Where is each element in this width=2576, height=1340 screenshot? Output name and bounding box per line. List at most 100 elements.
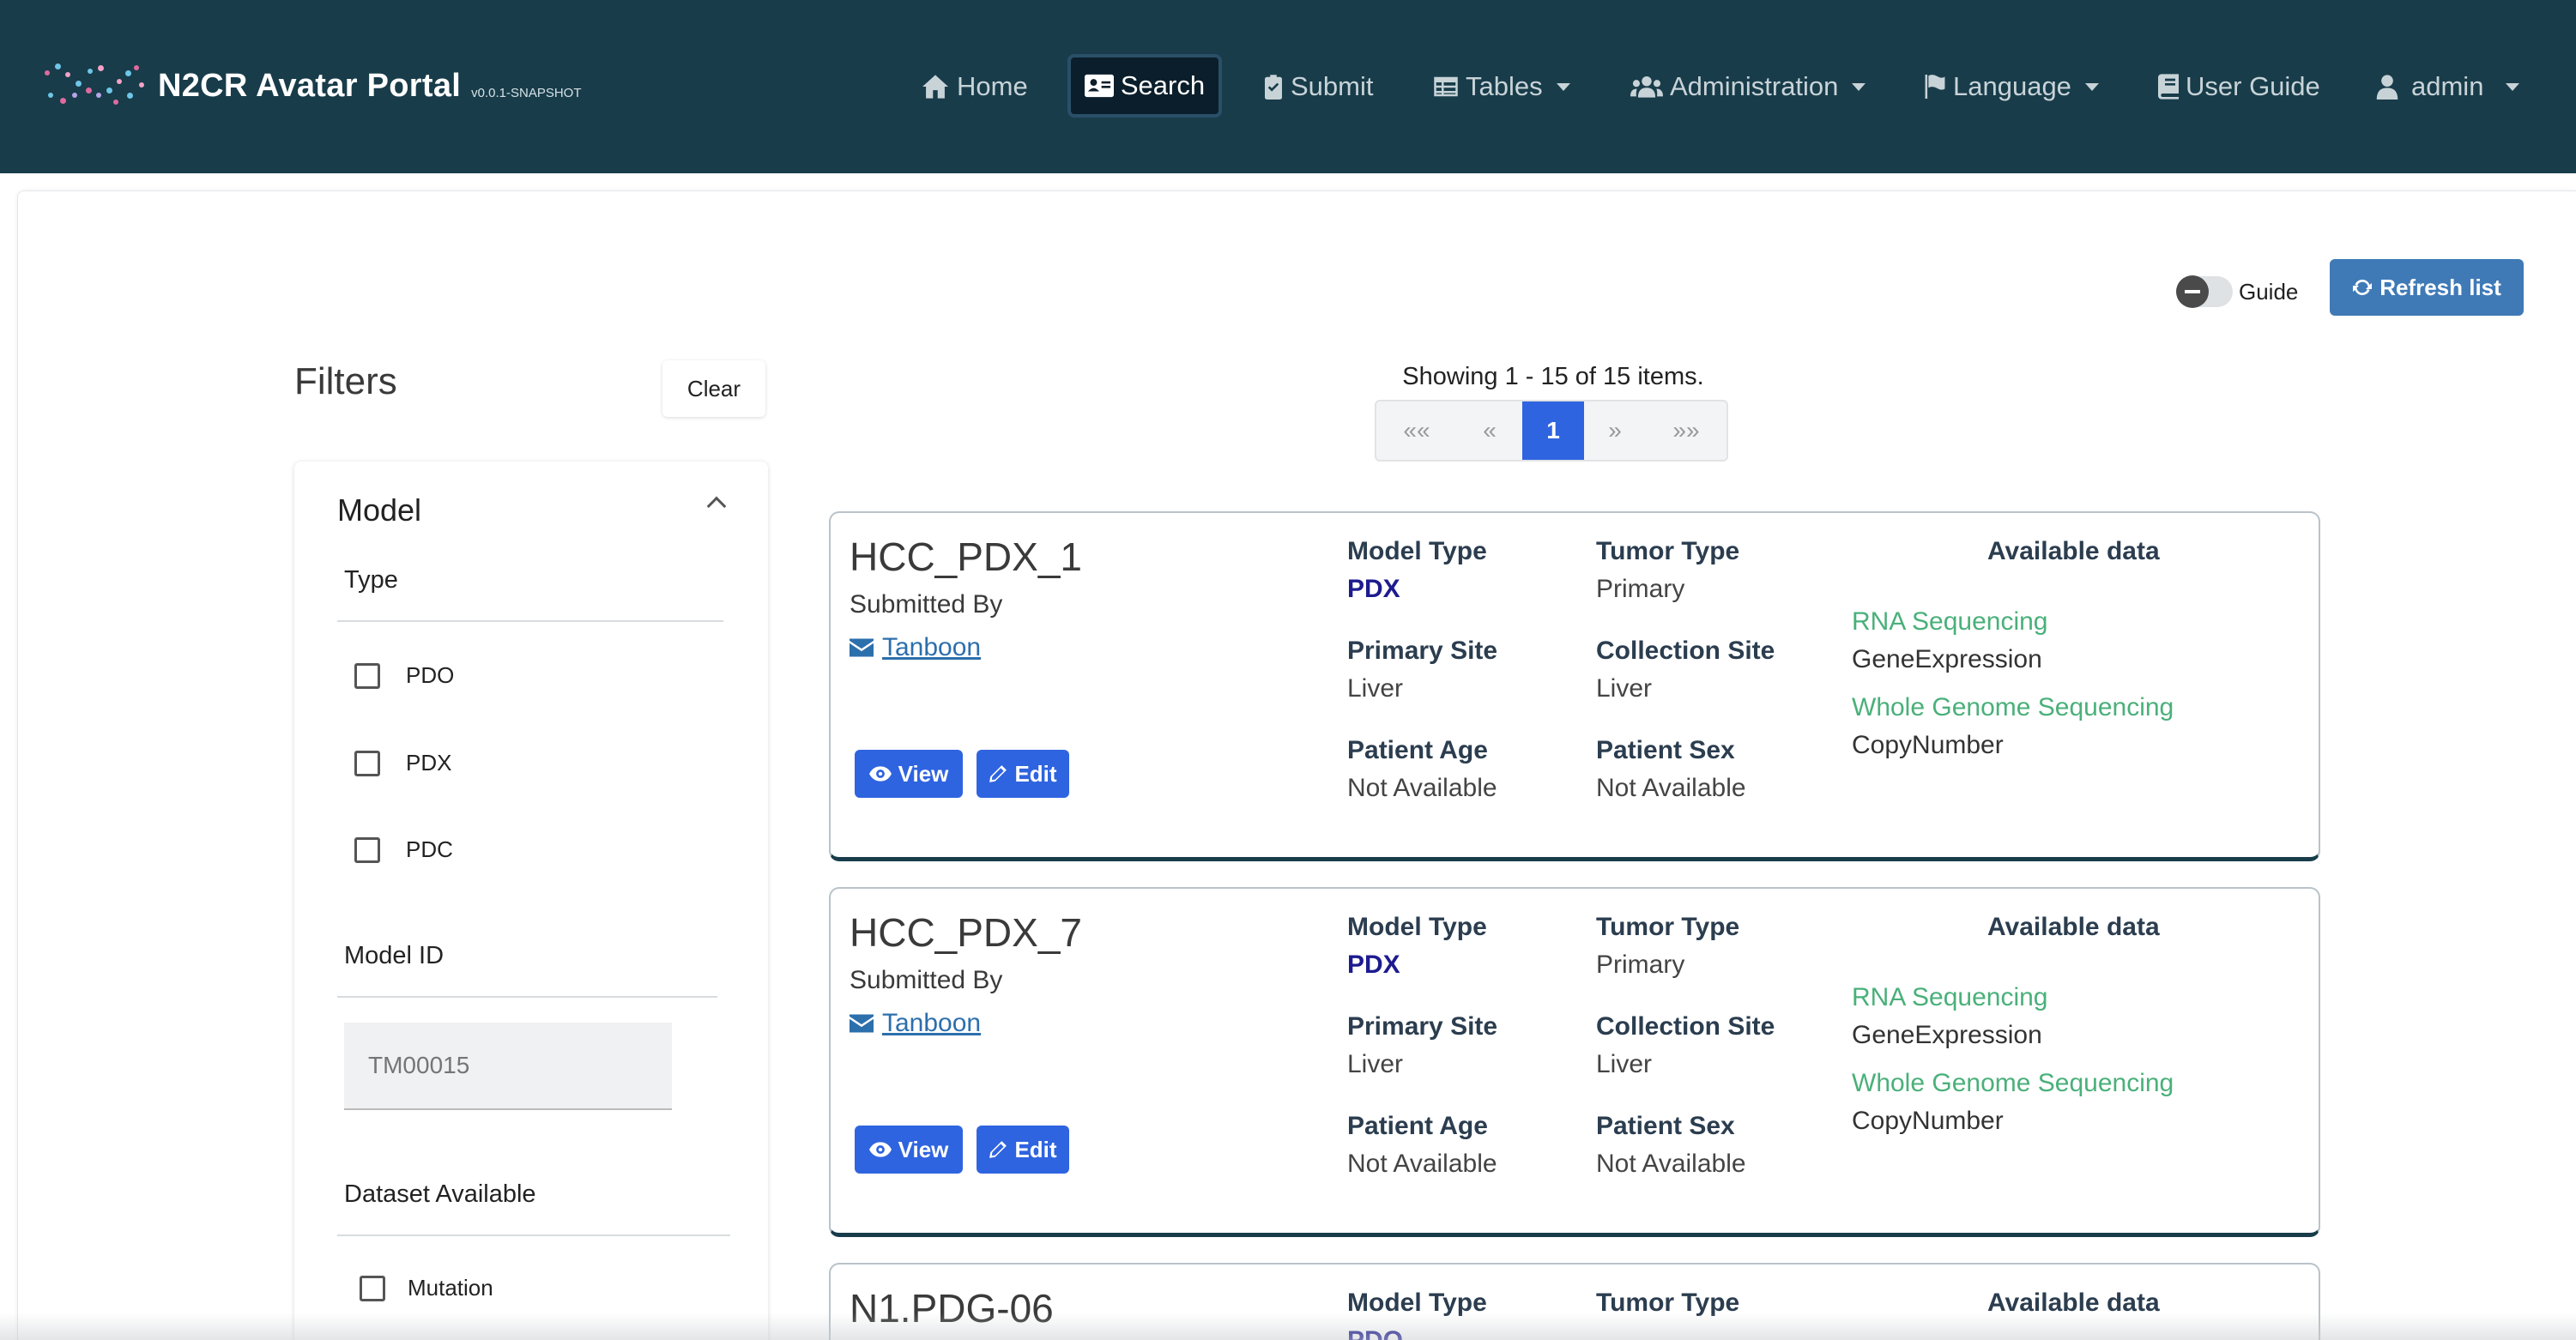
collection-site-value: Liver bbox=[1596, 1050, 1653, 1078]
current-page-button[interactable]: 1 bbox=[1522, 401, 1584, 460]
nav-user-guide[interactable]: User Guide bbox=[2158, 60, 2320, 113]
tumor-type-label: Tumor Type bbox=[1596, 913, 1740, 941]
envelope-icon bbox=[850, 638, 874, 657]
nav-user-label: admin bbox=[2411, 71, 2484, 101]
patient-age-value: Not Available bbox=[1347, 1150, 1497, 1178]
chevron-down-icon bbox=[2084, 82, 2099, 91]
model-id-input[interactable] bbox=[344, 1023, 672, 1110]
patient-sex-label: Patient Sex bbox=[1596, 1112, 1735, 1140]
pencil-icon bbox=[989, 765, 1007, 782]
filter-panel: Model Type PDO PDX PDC Model ID Dataset … bbox=[294, 462, 768, 1340]
type-checkbox-pdx[interactable]: PDX bbox=[354, 750, 451, 776]
home-icon bbox=[922, 75, 948, 99]
primary-site-value: Liver bbox=[1347, 1050, 1404, 1078]
dataset-type: GeneExpression bbox=[1852, 645, 2042, 673]
edit-label: Edit bbox=[1014, 1136, 1057, 1162]
pencil-icon bbox=[989, 1141, 1007, 1158]
eye-icon bbox=[868, 1142, 892, 1157]
top-navbar: N2CR Avatar Portal v0.0.1-SNAPSHOT Home … bbox=[0, 0, 2576, 173]
results-count: Showing 1 - 15 of 15 items. bbox=[1402, 363, 1704, 390]
type-option-label: PDO bbox=[406, 662, 455, 688]
nav-search-label: Search bbox=[1120, 70, 1206, 100]
divider bbox=[337, 996, 717, 998]
dataset-type: CopyNumber bbox=[1852, 731, 2004, 759]
refresh-list-label: Refresh list bbox=[2379, 274, 2501, 300]
chevron-up-icon[interactable] bbox=[706, 496, 727, 516]
dataset-link[interactable]: Whole Genome Sequencing bbox=[1852, 1069, 2174, 1098]
checkbox-icon bbox=[354, 750, 380, 776]
model-name: HCC_PDX_1 bbox=[850, 534, 1082, 579]
nav-tables[interactable]: Tables bbox=[1433, 60, 1570, 113]
guide-toggle[interactable] bbox=[2176, 275, 2233, 308]
edit-button[interactable]: Edit bbox=[977, 1126, 1069, 1174]
primary-site-value: Liver bbox=[1347, 674, 1404, 703]
envelope-icon bbox=[850, 1014, 874, 1033]
type-checkbox-pdc[interactable]: PDC bbox=[354, 836, 453, 863]
primary-site-label: Primary Site bbox=[1347, 1012, 1498, 1041]
model-id-label: Model ID bbox=[344, 942, 444, 969]
nav-administration[interactable]: Administration bbox=[1630, 60, 1866, 113]
edit-label: Edit bbox=[1014, 760, 1057, 787]
dataset-link[interactable]: RNA Sequencing bbox=[1852, 983, 2048, 1012]
clipboard-check-icon bbox=[1265, 75, 1282, 100]
clear-filters-button[interactable]: Clear bbox=[662, 360, 765, 417]
dataset-link[interactable]: RNA Sequencing bbox=[1852, 607, 2048, 637]
collection-site-label: Collection Site bbox=[1596, 637, 1775, 665]
submitter-link[interactable]: Tanboon bbox=[850, 633, 981, 662]
nav-submit[interactable]: Submit bbox=[1263, 60, 1373, 113]
nav-administration-label: Administration bbox=[1670, 71, 1839, 101]
available-data-title: Available data bbox=[1987, 913, 2160, 941]
view-button[interactable]: View bbox=[855, 750, 963, 798]
chevron-down-icon bbox=[1852, 82, 1866, 91]
patient-sex-value: Not Available bbox=[1596, 1150, 1746, 1178]
model-type-value: PDX bbox=[1347, 951, 1400, 979]
nav-language[interactable]: Language bbox=[1924, 60, 2099, 113]
primary-site-label: Primary Site bbox=[1347, 637, 1498, 665]
collection-site-label: Collection Site bbox=[1596, 1012, 1775, 1041]
dataset-available-label: Dataset Available bbox=[344, 1180, 536, 1208]
type-filter-label: Type bbox=[344, 566, 398, 594]
refresh-list-button[interactable]: Refresh list bbox=[2330, 259, 2524, 316]
tumor-type-value: Primary bbox=[1596, 575, 1685, 603]
book-icon bbox=[2158, 74, 2179, 100]
brand[interactable]: N2CR Avatar Portal v0.0.1-SNAPSHOT bbox=[41, 58, 582, 113]
view-label: View bbox=[898, 1136, 949, 1162]
guide-label: Guide bbox=[2239, 279, 2299, 305]
nav-home[interactable]: Home bbox=[921, 60, 1028, 113]
dataset-type: GeneExpression bbox=[1852, 1021, 2042, 1049]
model-section-title: Model bbox=[337, 492, 422, 528]
pagination: «« « 1 » »» bbox=[1375, 400, 1728, 462]
submitter-link[interactable]: Tanboon bbox=[850, 1009, 981, 1038]
nav-search[interactable]: Search bbox=[1067, 54, 1222, 118]
nav-user-menu[interactable]: admin bbox=[2375, 60, 2520, 113]
next-page-button[interactable]: » bbox=[1584, 401, 1646, 460]
checkbox-icon bbox=[354, 836, 380, 863]
user-icon bbox=[2376, 75, 2398, 100]
submitter-name: Tanboon bbox=[882, 633, 982, 661]
type-checkbox-pdo[interactable]: PDO bbox=[354, 662, 454, 689]
users-icon bbox=[1630, 75, 1663, 98]
submitted-by-label: Submitted By bbox=[850, 590, 1003, 619]
dataset-link[interactable]: Whole Genome Sequencing bbox=[1852, 693, 2174, 722]
filters-title: Filters bbox=[294, 360, 397, 402]
available-data-title: Available data bbox=[1987, 537, 2160, 565]
edit-button[interactable]: Edit bbox=[977, 750, 1069, 798]
nav-tables-label: Tables bbox=[1466, 71, 1543, 101]
prev-page-button[interactable]: « bbox=[1457, 401, 1522, 460]
toggle-knob bbox=[2176, 275, 2209, 308]
logo-icon bbox=[41, 58, 149, 113]
chevron-down-icon bbox=[2506, 82, 2520, 91]
model-type-value: PDX bbox=[1347, 575, 1400, 603]
flag-icon bbox=[1925, 75, 1945, 99]
model-card: HCC_PDX_1 Submitted By Tanboon View Edit… bbox=[829, 511, 2320, 861]
divider bbox=[337, 1234, 730, 1236]
checkbox-icon bbox=[360, 1275, 385, 1301]
dataset-type: CopyNumber bbox=[1852, 1107, 2004, 1135]
patient-sex-value: Not Available bbox=[1596, 774, 1746, 802]
dataset-checkbox-mutation[interactable]: Mutation bbox=[360, 1275, 493, 1301]
view-button[interactable]: View bbox=[855, 1126, 963, 1174]
first-page-button[interactable]: «« bbox=[1376, 401, 1457, 460]
last-page-button[interactable]: »» bbox=[1646, 401, 1726, 460]
type-option-label: PDC bbox=[406, 836, 453, 862]
checkbox-icon bbox=[354, 662, 380, 689]
